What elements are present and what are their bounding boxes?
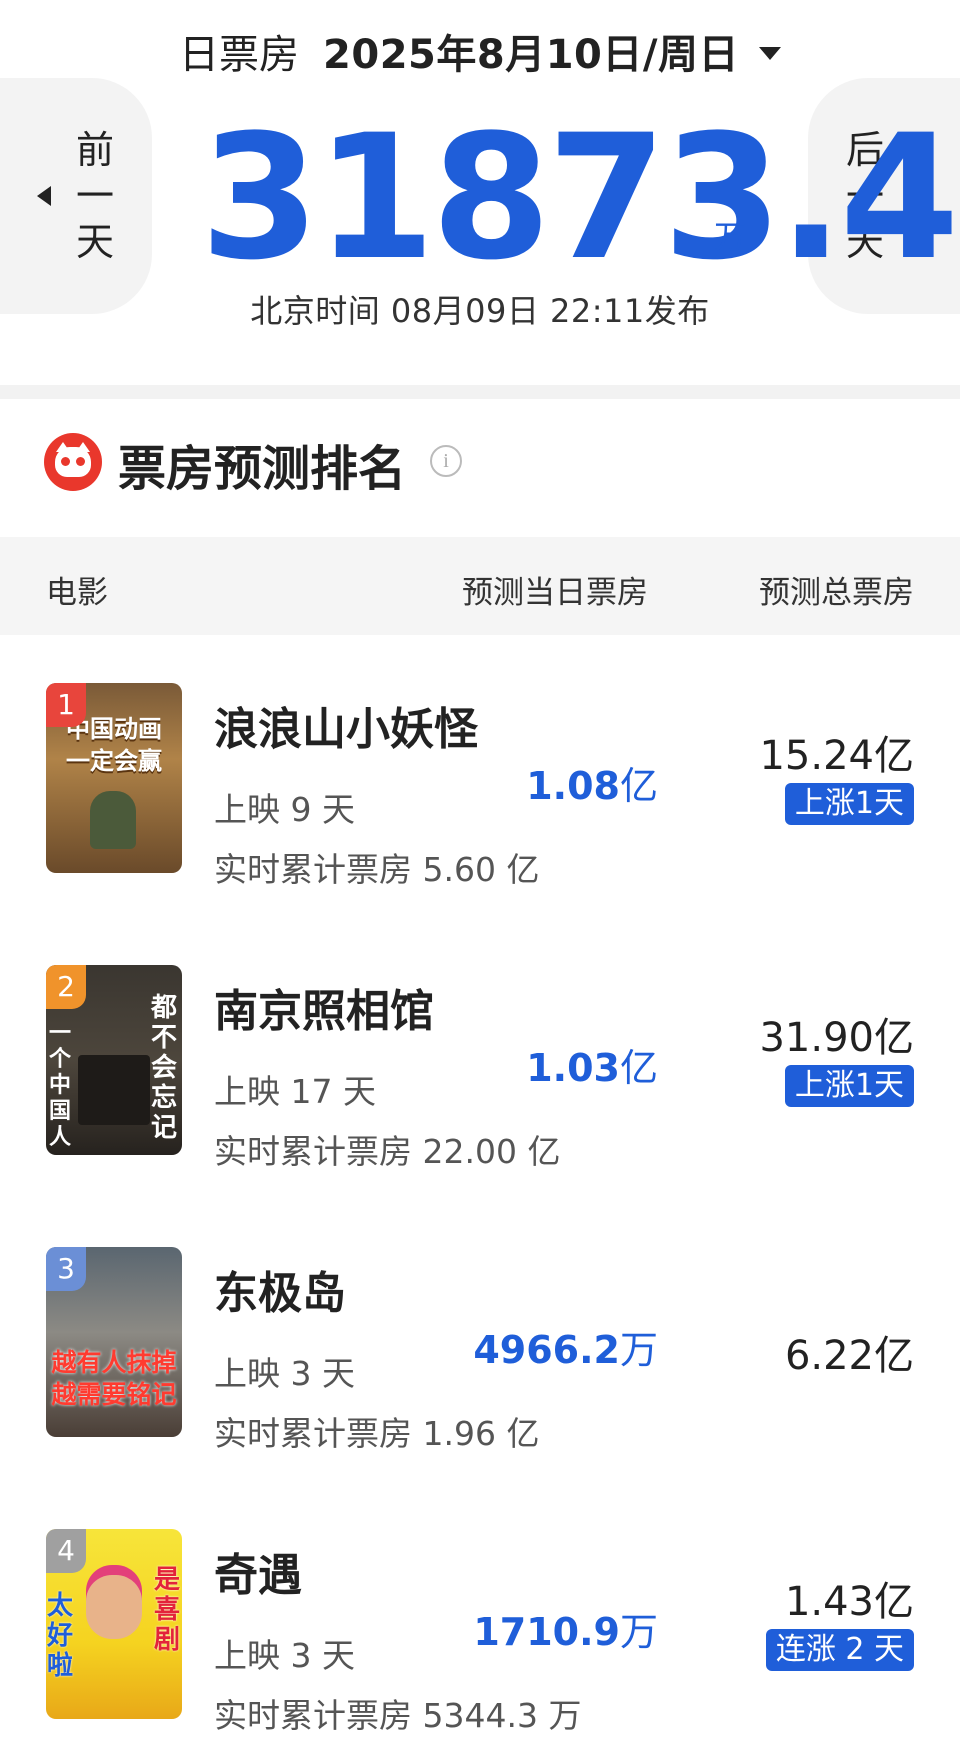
rank-badge: 1 — [46, 683, 86, 727]
predicted-day-box-office: 1.08亿 — [526, 764, 658, 808]
predicted-day-box-office: 4966.2万 — [473, 1328, 658, 1372]
predicted-day-box-office: 1.03亿 — [526, 1046, 658, 1090]
table-header: 电影 预测当日票房 预测总票房 — [0, 537, 960, 635]
cumulative-box-office: 实时累计票房 22.00 亿 — [214, 1132, 561, 1171]
info-icon[interactable]: i — [430, 445, 462, 477]
prev-day-button[interactable]: 前一天 — [0, 78, 152, 314]
movie-title: 奇遇 — [214, 1550, 302, 1601]
prev-day-label: 前一天 — [75, 128, 114, 264]
movie-title: 南京照相馆 — [214, 986, 434, 1037]
section-title: 票房预测排名 — [118, 441, 407, 497]
movie-row[interactable]: 太好啦 是喜剧 4 奇遇 上映 3 天 实时累计票房 5344.3 万 1710… — [0, 1481, 960, 1763]
maoyan-logo-icon — [44, 433, 102, 491]
movie-poster[interactable]: 太好啦 是喜剧 4 — [46, 1529, 182, 1719]
movie-row[interactable]: 越有人抹掉 越需要铭记 3 东极岛 上映 3 天 实时累计票房 1.96 亿 49… — [0, 1199, 960, 1481]
release-days: 上映 9 天 — [214, 790, 355, 829]
movie-title: 浪浪山小妖怪 — [214, 704, 478, 755]
date-selector[interactable]: 日票房 2025年8月10日/周日 — [0, 22, 960, 80]
publish-time: 北京时间 08月09日 22:11发布 — [250, 292, 710, 330]
predicted-total-box-office: 31.90亿 — [759, 1015, 914, 1061]
cumulative-box-office: 实时累计票房 5.60 亿 — [214, 850, 540, 889]
forecast-section-header: 票房预测排名 i — [0, 399, 960, 537]
predicted-total-box-office: 6.22亿 — [784, 1333, 914, 1379]
cumulative-box-office: 实时累计票房 5344.3 万 — [214, 1696, 582, 1735]
trend-badge: 上涨1天 — [784, 1065, 914, 1107]
release-days: 上映 17 天 — [214, 1072, 376, 1111]
col-predicted-day: 预测当日票房 — [462, 575, 648, 611]
col-predicted-total: 预测总票房 — [759, 575, 914, 611]
daily-label: 日票房 — [179, 32, 300, 78]
rank-badge: 4 — [46, 1529, 86, 1573]
total-box-office: 31873.4 — [200, 97, 959, 298]
cumulative-box-office: 实时累计票房 1.96 亿 — [214, 1414, 540, 1453]
trend-badge: 上涨1天 — [784, 783, 914, 825]
movie-poster[interactable]: 都不会忘记 一个中国人 2 — [46, 965, 182, 1155]
release-days: 上映 3 天 — [214, 1354, 355, 1393]
predicted-day-box-office: 1710.9万 — [473, 1610, 658, 1654]
caret-down-icon[interactable] — [758, 46, 781, 60]
movie-list: 中国动画 一定会赢 1 浪浪山小妖怪 上映 9 天 实时累计票房 5.60 亿 1… — [0, 635, 960, 1763]
rank-badge: 3 — [46, 1247, 86, 1291]
arrow-left-icon — [37, 186, 51, 206]
movie-row[interactable]: 中国动画 一定会赢 1 浪浪山小妖怪 上映 9 天 实时累计票房 5.60 亿 1… — [0, 635, 960, 917]
predicted-total-box-office: 1.43亿 — [784, 1579, 914, 1625]
date-value[interactable]: 2025年8月10日/周日 — [323, 22, 739, 80]
predicted-total-box-office: 15.24亿 — [759, 733, 914, 779]
movie-title: 东极岛 — [214, 1268, 346, 1319]
daily-box-office-header: 日票房 2025年8月10日/周日 前一天 后一天 31873.4 万 北京时间… — [0, 0, 960, 385]
total-unit: 万 — [714, 218, 747, 256]
divider — [0, 385, 960, 399]
col-movie: 电影 — [46, 575, 108, 611]
trend-badge: 连涨 2 天 — [765, 1629, 914, 1671]
movie-row[interactable]: 都不会忘记 一个中国人 2 南京照相馆 上映 17 天 实时累计票房 22.00… — [0, 917, 960, 1199]
movie-poster[interactable]: 中国动画 一定会赢 1 — [46, 683, 182, 873]
rank-badge: 2 — [46, 965, 86, 1009]
movie-poster[interactable]: 越有人抹掉 越需要铭记 3 — [46, 1247, 182, 1437]
release-days: 上映 3 天 — [214, 1636, 355, 1675]
